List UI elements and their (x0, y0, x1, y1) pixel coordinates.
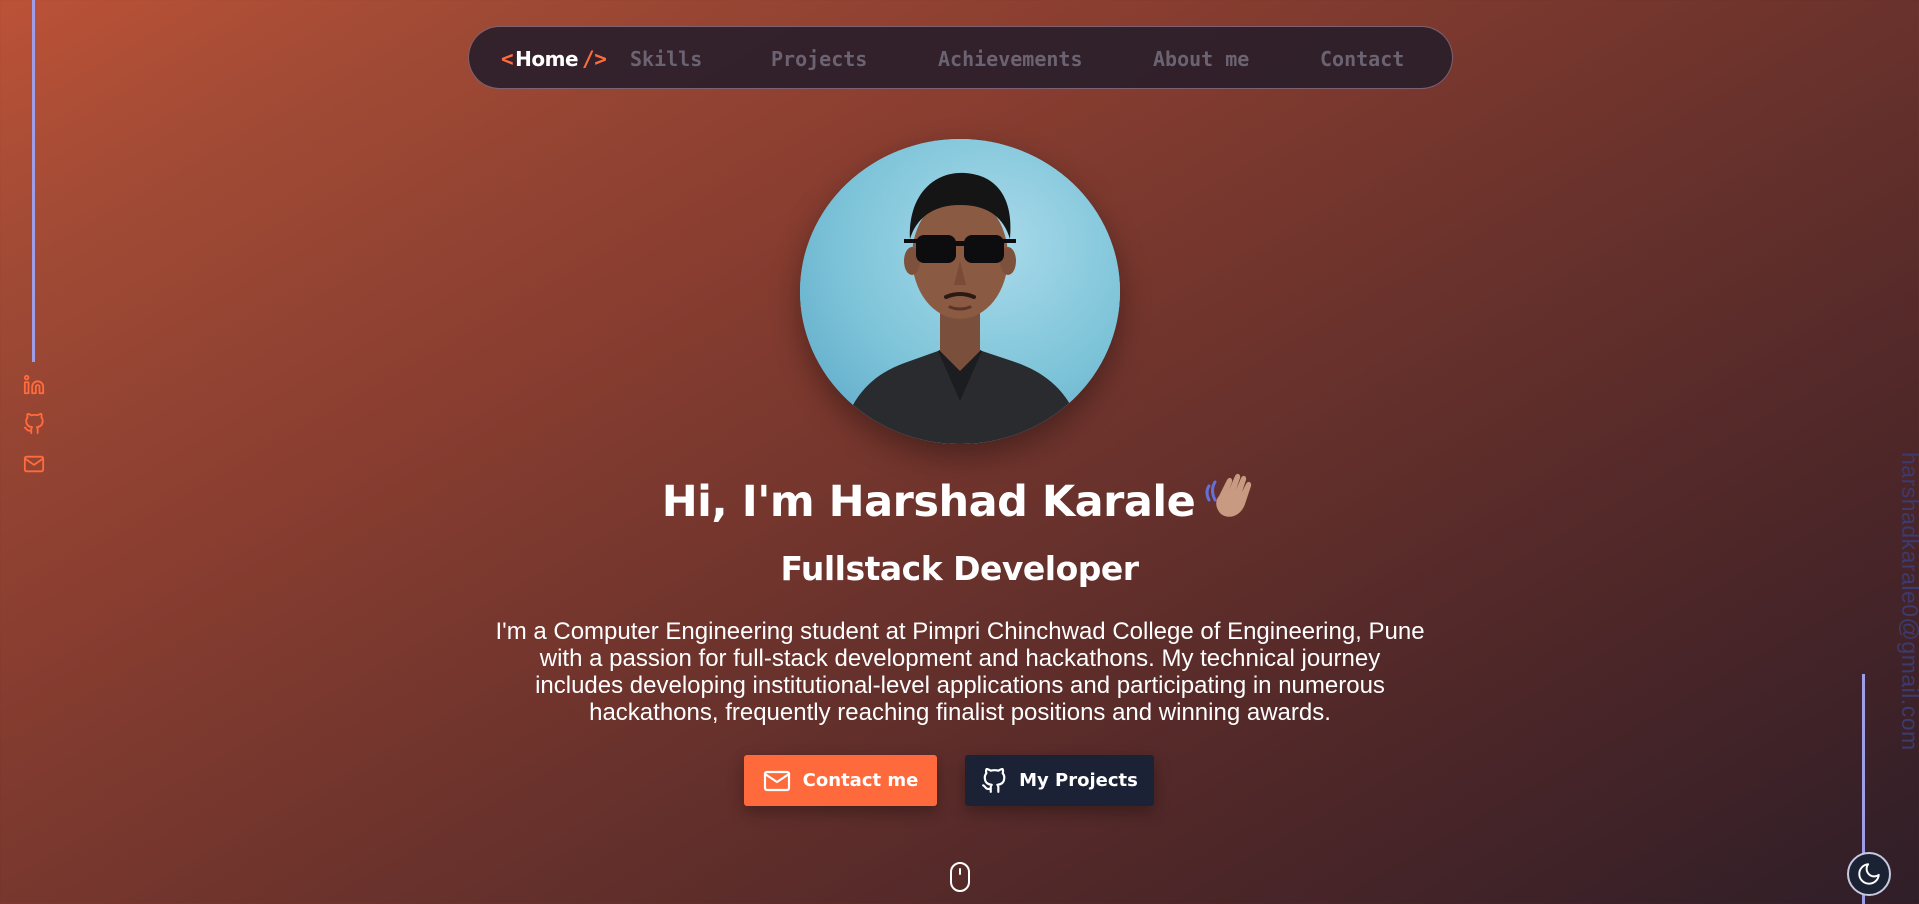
linkedin-link[interactable] (22, 373, 46, 397)
theme-toggle-button[interactable] (1847, 852, 1891, 896)
contact-me-button[interactable]: Contact me (744, 755, 937, 806)
left-decorative-line (32, 0, 35, 362)
mouse-scroll-icon[interactable] (949, 861, 971, 893)
profile-photo (800, 139, 1120, 444)
nav-item-contact[interactable]: Contact (1320, 27, 1404, 90)
profile-illustration (800, 139, 1120, 444)
vertical-email-link[interactable]: harshadkarale0@gmail.com (1896, 452, 1919, 751)
moon-icon (1858, 863, 1880, 885)
hero-title: Hi, I'm Harshad Karale (0, 470, 1919, 533)
github-icon (23, 413, 44, 435)
nav-item-achievements[interactable]: Achievements (938, 27, 1083, 90)
home-label: Home (515, 46, 579, 71)
nav-item-about[interactable]: About me (1153, 27, 1249, 90)
linkedin-icon (23, 374, 45, 395)
home-close-bracket: /> (582, 46, 607, 71)
top-navigation: < Home /> Skills Projects Achievements A… (468, 26, 1453, 89)
github-icon (982, 767, 1006, 793)
nav-item-home[interactable]: < Home /> (501, 27, 607, 90)
hero-title-text: Hi, I'm Harshad Karale (661, 477, 1196, 527)
hero-subtitle: Fullstack Developer (780, 549, 1139, 588)
nav-item-skills[interactable]: Skills (630, 27, 702, 90)
mail-icon (763, 770, 790, 791)
home-open-bracket: < (501, 46, 514, 71)
waving-hand-icon (1203, 470, 1257, 533)
hero-description: I'm a Computer Engineering student at Pi… (495, 618, 1425, 726)
my-projects-button[interactable]: My Projects (965, 755, 1154, 806)
github-link[interactable] (22, 412, 46, 436)
nav-item-projects[interactable]: Projects (771, 27, 867, 90)
contact-me-label: Contact me (802, 770, 919, 791)
my-projects-label: My Projects (1019, 770, 1138, 791)
